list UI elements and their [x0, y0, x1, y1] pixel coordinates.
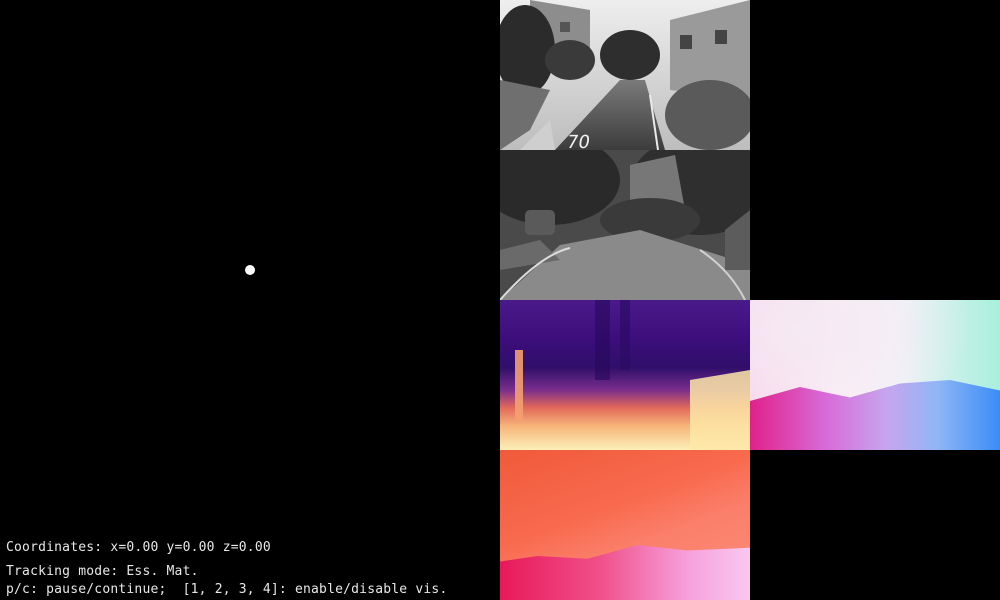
empty-panel-bottom-right: [750, 450, 1000, 600]
coordinates-readout: Coordinates: x=0.00 y=0.00 z=0.00: [6, 540, 271, 555]
controls-help-text: p/c: pause/continue; [1, 2, 3, 4]: enabl…: [6, 582, 448, 597]
camera-frame-current: 70: [500, 0, 750, 150]
empty-panel-top-right: [750, 0, 1000, 300]
uncertainty-map-view: [500, 450, 750, 600]
road-speed-marking: 70: [565, 132, 592, 150]
optical-flow-view: [750, 300, 1000, 450]
tracking-mode-label: Tracking mode: Ess. Mat.: [6, 564, 199, 579]
camera-frame-current-image: 70: [500, 0, 750, 150]
depth-map-view: [500, 300, 750, 450]
camera-frame-previous-image: [500, 150, 750, 300]
camera-position-marker: [245, 265, 255, 275]
depth-map-overlay: [515, 300, 750, 450]
trajectory-view: Coordinates: x=0.00 y=0.00 z=0.00 Tracki…: [0, 0, 500, 600]
camera-frame-previous: [500, 150, 750, 300]
